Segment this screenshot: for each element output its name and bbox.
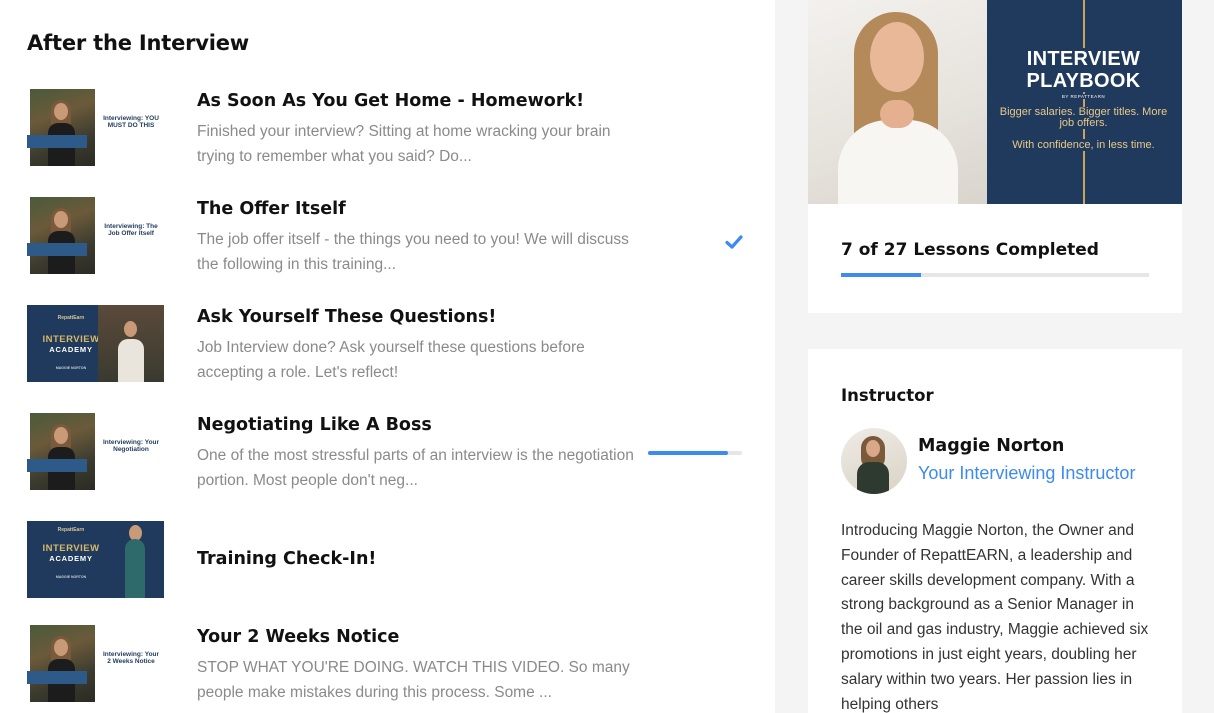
academy-author: MAGGIE NORTON bbox=[55, 575, 87, 579]
course-cover-image[interactable]: INTERVIEW PLAYBOOK BY REPATTEARN Bigger … bbox=[808, 0, 1182, 204]
instructor-card: Instructor Maggie Norton Your Interviewi… bbox=[808, 349, 1182, 713]
lesson-thumbnail[interactable]: RepattEarn INTERVIEW ACADEMY MAGGIE NORT… bbox=[27, 521, 164, 598]
lesson-thumbnail[interactable]: Interviewing: Your Negotiation bbox=[27, 413, 164, 490]
lesson-item[interactable]: Interviewing: Your 2 Weeks Notice Your 2… bbox=[27, 625, 747, 705]
instructor-photo bbox=[116, 521, 156, 598]
lesson-item[interactable]: Interviewing: Your Negotiation Negotiati… bbox=[27, 413, 747, 493]
avatar bbox=[841, 428, 907, 494]
section-title: After the Interview bbox=[27, 31, 250, 55]
academy-subtitle: ACADEMY bbox=[49, 554, 93, 563]
cover-byline: BY REPATTEARN bbox=[995, 94, 1172, 99]
academy-title: INTERVIEW bbox=[42, 543, 100, 554]
lessons-completed-label: 7 of 27 Lessons Completed bbox=[841, 240, 1099, 260]
lesson-thumbnail[interactable]: Interviewing: The Job Offer Itself bbox=[27, 197, 164, 274]
lesson-title[interactable]: Ask Yourself These Questions! bbox=[197, 307, 496, 327]
course-progress-bar bbox=[841, 273, 1149, 277]
lesson-title[interactable]: The Offer Itself bbox=[197, 199, 346, 219]
instructor-photo bbox=[27, 625, 95, 702]
lesson-title[interactable]: Your 2 Weeks Notice bbox=[197, 627, 399, 647]
checkmark-icon bbox=[725, 235, 743, 249]
lesson-description: Job Interview done? Ask yourself these q… bbox=[197, 339, 585, 381]
cover-tagline-2: With confidence, in less time. bbox=[995, 139, 1172, 151]
academy-logo: RepattEarn bbox=[57, 527, 85, 533]
lesson-item[interactable]: Interviewing: YOU MUST DO THIS As Soon A… bbox=[27, 89, 747, 169]
lesson-progress-bar bbox=[648, 451, 742, 455]
lesson-thumbnail[interactable]: Interviewing: Your 2 Weeks Notice bbox=[27, 625, 164, 702]
thumbnail-caption: Interviewing: Your Negotiation bbox=[102, 439, 160, 453]
lesson-item[interactable]: RepattEarn INTERVIEW ACADEMY MAGGIE NORT… bbox=[27, 305, 747, 385]
cover-title: INTERVIEW PLAYBOOK bbox=[995, 48, 1172, 92]
course-progress-fill bbox=[841, 273, 921, 277]
instructor-heading: Instructor bbox=[841, 386, 934, 405]
instructor-photo bbox=[98, 305, 164, 382]
lesson-description: One of the most stressful parts of an in… bbox=[197, 447, 634, 489]
lesson-item[interactable]: RepattEarn INTERVIEW ACADEMY MAGGIE NORT… bbox=[27, 521, 747, 601]
lesson-description: STOP WHAT YOU'RE DOING. WATCH THIS VIDEO… bbox=[197, 659, 630, 701]
instructor-photo bbox=[27, 197, 95, 274]
course-card: INTERVIEW PLAYBOOK BY REPATTEARN Bigger … bbox=[808, 0, 1182, 313]
lesson-progress-fill bbox=[648, 451, 728, 455]
lesson-thumbnail[interactable]: Interviewing: YOU MUST DO THIS bbox=[27, 89, 164, 166]
lesson-description: The job offer itself - the things you ne… bbox=[197, 231, 629, 273]
instructor-photo bbox=[27, 413, 95, 490]
instructor-name: Maggie Norton bbox=[918, 436, 1065, 456]
lesson-title[interactable]: As Soon As You Get Home - Homework! bbox=[197, 91, 584, 111]
lesson-item[interactable]: Interviewing: The Job Offer Itself The O… bbox=[27, 197, 747, 277]
lesson-thumbnail[interactable]: RepattEarn INTERVIEW ACADEMY MAGGIE NORT… bbox=[27, 305, 164, 382]
lesson-list-panel: After the Interview Interviewing: YOU MU… bbox=[0, 0, 775, 713]
cover-tagline: Bigger salaries. Bigger titles. More job… bbox=[995, 107, 1172, 129]
lesson-title[interactable]: Training Check-In! bbox=[197, 549, 376, 569]
thumbnail-caption: Interviewing: YOU MUST DO THIS bbox=[103, 115, 159, 129]
thumbnail-caption: Interviewing: The Job Offer Itself bbox=[104, 223, 158, 237]
lesson-title[interactable]: Negotiating Like A Boss bbox=[197, 415, 432, 435]
instructor-bio: Introducing Maggie Norton, the Owner and… bbox=[841, 522, 1149, 713]
lesson-description: Finished your interview? Sitting at home… bbox=[197, 123, 611, 165]
thumbnail-caption: Interviewing: Your 2 Weeks Notice bbox=[102, 651, 160, 665]
instructor-role: Your Interviewing Instructor bbox=[918, 463, 1136, 483]
instructor-photo bbox=[808, 0, 987, 204]
instructor-photo bbox=[27, 89, 95, 166]
